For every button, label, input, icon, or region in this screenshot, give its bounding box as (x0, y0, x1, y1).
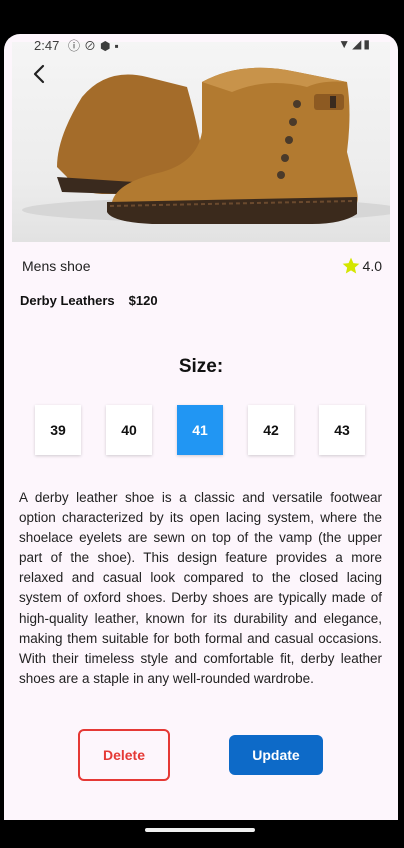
home-indicator[interactable] (145, 828, 255, 832)
app-screen: 2:47 ⓘ⊘⬢▪ ▼◢▮ Mens shoe 4.0 Derby Leathe… (4, 34, 398, 820)
size-option-43[interactable]: 43 (319, 405, 365, 455)
status-time: 2:47 (34, 38, 60, 53)
product-price: $120 (128, 293, 158, 308)
product-image (12, 42, 390, 242)
product-description: A derby leather shoe is a classic and ve… (19, 490, 382, 686)
size-option-39[interactable]: 39 (35, 405, 81, 455)
size-selector: 39 40 41 42 43 (35, 405, 375, 457)
product-rating: 4.0 (341, 256, 382, 276)
status-notification-icons: ⓘ⊘⬢▪ (68, 39, 123, 53)
star-icon (342, 257, 359, 274)
product-category: Mens shoe (22, 258, 91, 274)
product-title-row: Derby Leathers $120 (20, 293, 158, 308)
chevron-left-icon (33, 64, 45, 84)
boot-illustration (22, 67, 390, 224)
back-button[interactable] (28, 62, 52, 86)
size-option-40[interactable]: 40 (106, 405, 152, 455)
product-meta: Mens shoe 4.0 (22, 256, 382, 278)
delete-button[interactable]: Delete (78, 729, 170, 781)
update-button[interactable]: Update (229, 735, 323, 775)
rating-value: 4.0 (362, 258, 382, 274)
size-option-41[interactable]: 41 (177, 405, 223, 455)
status-bar: 2:47 ⓘ⊘⬢▪ ▼◢▮ (4, 34, 398, 58)
status-system-icons: ▼◢▮ (338, 37, 372, 51)
size-heading: Size: (178, 356, 224, 377)
product-name: Derby Leathers (20, 293, 115, 308)
size-option-42[interactable]: 42 (248, 405, 294, 455)
